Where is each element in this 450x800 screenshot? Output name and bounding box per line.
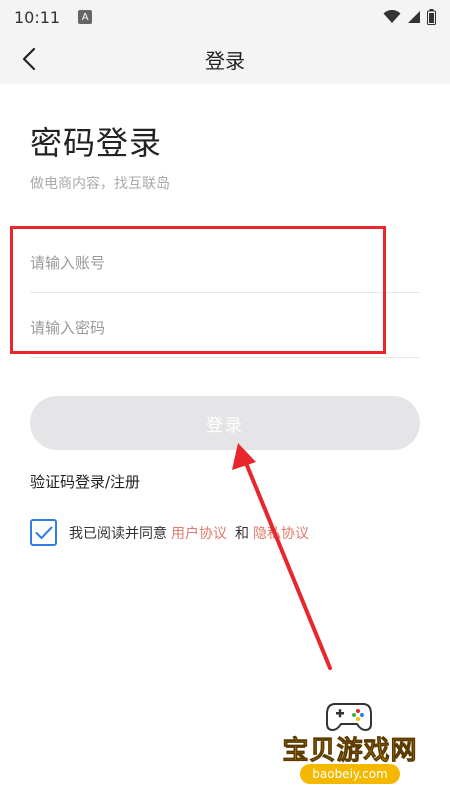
agreement-prefix: 我已阅读并同意 — [69, 525, 167, 542]
account-field — [30, 233, 420, 293]
page-nav-title: 登录 — [205, 48, 245, 73]
back-button[interactable] — [14, 44, 44, 74]
notification-icon: A — [78, 10, 93, 24]
agreement-row: 我已阅读并同意 用户协议 和 隐私协议 — [30, 519, 313, 546]
page-title: 密码登录 — [30, 124, 163, 162]
signal-icon — [408, 11, 420, 23]
status-icons — [383, 9, 436, 25]
login-button[interactable]: 登录 — [30, 396, 420, 450]
agreement-and-text: 和 — [235, 525, 249, 542]
chevron-left-icon — [22, 47, 36, 71]
sms-login-link[interactable]: 验证码登录/注册 — [30, 471, 140, 492]
gamepad-icon — [326, 703, 372, 732]
watermark-url: baobeiy.com — [300, 764, 400, 784]
agreement-checkbox[interactable] — [30, 519, 57, 546]
page-subtitle: 做电商内容，找互联岛 — [30, 176, 170, 192]
wifi-icon — [383, 10, 401, 23]
watermark-title: 宝贝游戏网 — [282, 736, 418, 767]
watermark-logo: 宝贝游戏网 baobeiy.com — [270, 700, 430, 792]
check-icon — [35, 526, 52, 539]
status-time: 10:11 — [14, 7, 61, 27]
status-bar: 10:11 A — [0, 0, 450, 34]
battery-icon — [427, 9, 436, 25]
nav-bar: 登录 — [0, 34, 450, 84]
privacy-agreement-link[interactable]: 隐私协议 — [253, 523, 309, 543]
password-field — [30, 298, 420, 358]
account-input[interactable] — [30, 233, 420, 292]
user-agreement-link[interactable]: 用户协议 — [171, 523, 227, 543]
password-input[interactable] — [30, 298, 420, 357]
